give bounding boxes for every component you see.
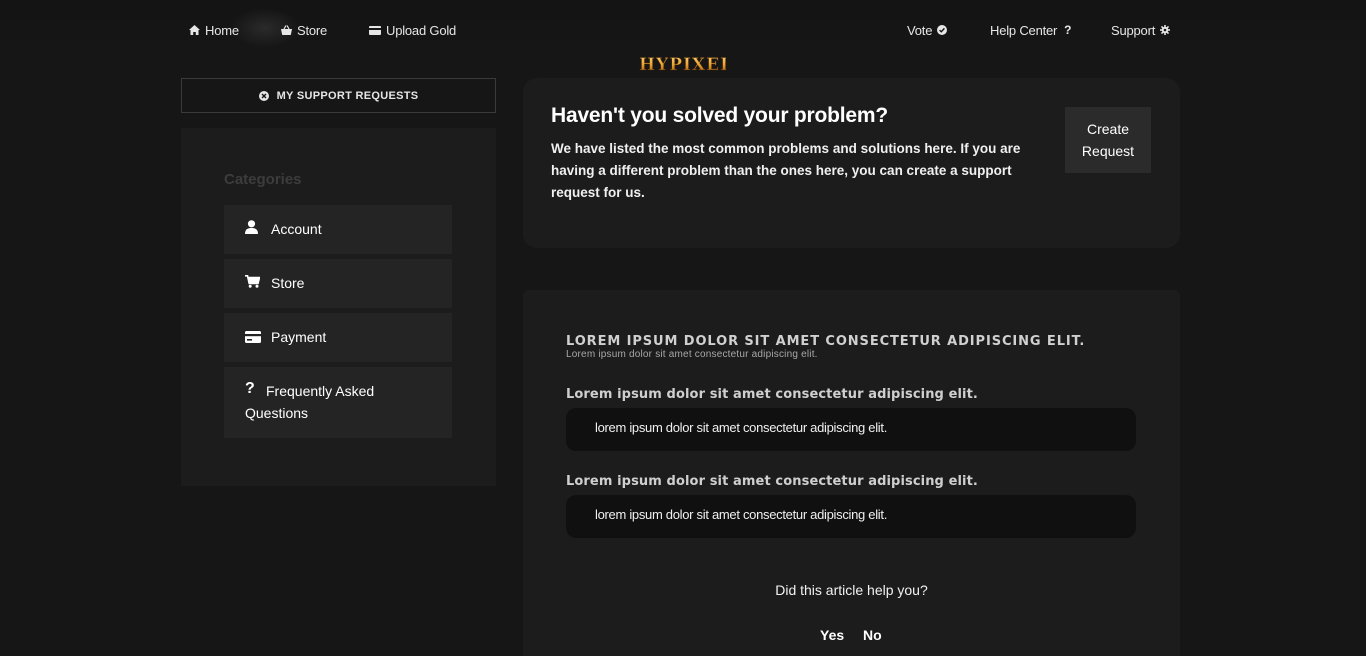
nav-help-center-label: Help Center bbox=[990, 22, 1058, 38]
question-icon: ? bbox=[1064, 23, 1072, 37]
category-faq[interactable]: ? Frequently Asked Questions bbox=[224, 367, 452, 438]
category-faq-label: Frequently Asked Questions bbox=[245, 383, 375, 421]
problem-title: Haven't you solved your problem? bbox=[551, 104, 888, 127]
create-request-button[interactable]: Create Request bbox=[1065, 107, 1151, 173]
card-icon bbox=[369, 25, 381, 35]
question-label: Lorem ipsum dolor sit amet consectetur a… bbox=[566, 474, 978, 489]
nav-upload-gold[interactable]: Upload Gold bbox=[369, 21, 456, 39]
helpful-prompt: Did this article help you? bbox=[775, 582, 928, 598]
user-icon bbox=[245, 220, 258, 234]
check-circle-icon bbox=[937, 25, 948, 35]
nav-store[interactable]: Store bbox=[281, 21, 327, 39]
article-card: LOREM IPSUM DOLOR SIT AMET CONSECTETUR A… bbox=[523, 290, 1180, 656]
nav-home-label: Home bbox=[205, 22, 239, 38]
category-payment[interactable]: Payment bbox=[224, 313, 452, 362]
problem-description: We have listed the most common problems … bbox=[551, 141, 1021, 200]
nav-store-label: Store bbox=[297, 22, 328, 38]
credit-card-icon bbox=[245, 331, 261, 343]
logo-text: HYPIXEL bbox=[639, 55, 726, 75]
cart-icon bbox=[245, 275, 260, 288]
answer-box: lorem ipsum dolor sit amet consectetur a… bbox=[566, 408, 1136, 451]
nav-vote-label: Vote bbox=[907, 22, 933, 38]
nav-home[interactable]: Home bbox=[189, 21, 239, 39]
nav-support[interactable]: Support bbox=[1111, 21, 1171, 39]
question-label: Lorem ipsum dolor sit amet consectetur a… bbox=[566, 387, 978, 402]
nav-support-label: Support bbox=[1111, 22, 1156, 38]
article-title: LOREM IPSUM DOLOR SIT AMET CONSECTETUR A… bbox=[566, 334, 1086, 349]
nav-upload-gold-label: Upload Gold bbox=[386, 22, 457, 38]
no-button[interactable]: No bbox=[863, 627, 882, 643]
problem-card: Haven't you solved your problem? We have… bbox=[523, 78, 1180, 248]
nav-vote[interactable]: Vote bbox=[907, 21, 948, 39]
category-store[interactable]: Store bbox=[224, 259, 452, 308]
category-payment-label: Payment bbox=[271, 329, 327, 345]
create-request-label: Create Request bbox=[1081, 121, 1135, 159]
answer-box: lorem ipsum dolor sit amet consectetur a… bbox=[566, 495, 1136, 538]
categories-sidebar: Categories Account Store Payment ? Frequ… bbox=[181, 128, 496, 486]
yes-button[interactable]: Yes bbox=[820, 627, 844, 643]
close-circle-icon bbox=[258, 90, 269, 101]
category-account-label: Account bbox=[271, 221, 322, 237]
my-support-requests-button[interactable]: MY SUPPORT REQUESTS bbox=[181, 78, 496, 113]
article-subtitle: Lorem ipsum dolor sit amet consectetur a… bbox=[566, 349, 818, 360]
categories-title: Categories bbox=[224, 171, 302, 188]
my-support-requests-label: MY SUPPORT REQUESTS bbox=[276, 89, 419, 102]
home-icon bbox=[189, 25, 200, 35]
category-account[interactable]: Account bbox=[224, 205, 452, 254]
gear-icon bbox=[1160, 25, 1171, 35]
basket-icon bbox=[281, 25, 292, 35]
nav-help-center[interactable]: Help Center ? bbox=[990, 21, 1072, 39]
category-store-label: Store bbox=[271, 275, 305, 291]
